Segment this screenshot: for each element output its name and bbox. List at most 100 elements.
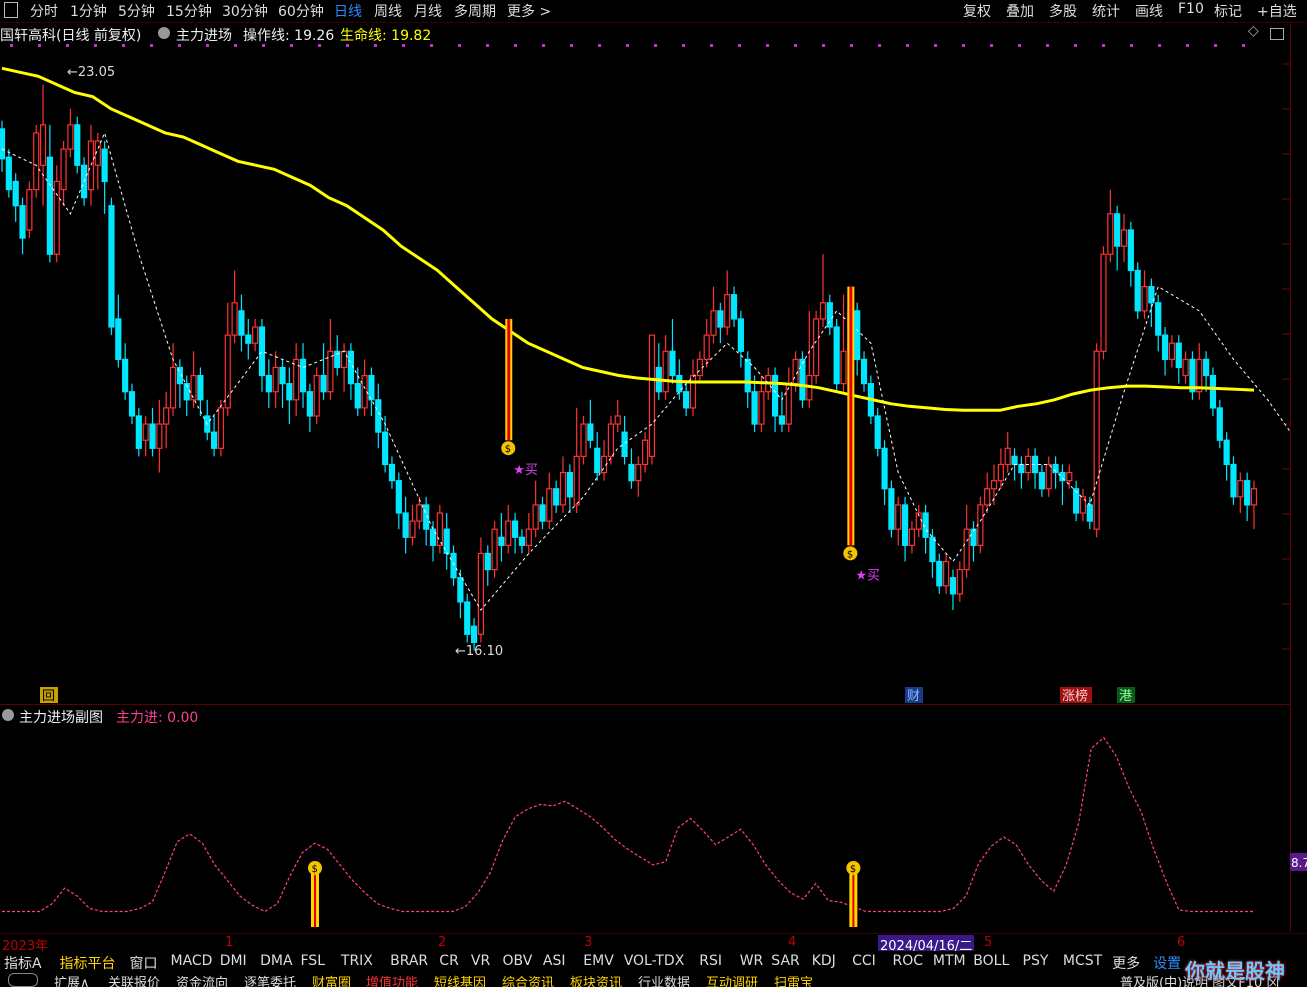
candle-body bbox=[279, 366, 286, 385]
indicator-tab-1[interactable]: 指标平台 bbox=[60, 953, 116, 973]
candlestick-chart[interactable]: $★买$★买←23.05←16.10回财涨榜港 bbox=[0, 44, 1290, 704]
timeline-label-3: 3 bbox=[584, 935, 593, 950]
indicator-tab-12[interactable]: ASI bbox=[543, 953, 566, 969]
toolbar-7[interactable]: +自选 bbox=[1257, 1, 1297, 21]
indicator-tab-21[interactable]: MTM bbox=[933, 953, 966, 969]
indicator-tab-2[interactable]: 窗口 bbox=[130, 953, 158, 973]
info-tab-7[interactable]: 综合资讯 bbox=[502, 972, 554, 987]
signal-dot bbox=[794, 44, 797, 47]
candle-body bbox=[943, 560, 950, 587]
indicator-tab-4[interactable]: DMI bbox=[220, 953, 247, 969]
candle-body bbox=[819, 302, 827, 320]
indicator-tab-11[interactable]: OBV bbox=[503, 953, 533, 969]
period-tab-7[interactable]: 周线 bbox=[374, 1, 402, 21]
period-tab-9[interactable]: 多周期 bbox=[454, 1, 496, 21]
indicator-tab-3[interactable]: MACD bbox=[171, 953, 213, 969]
candle-body bbox=[135, 415, 142, 449]
info-tab-0[interactable]: 扩展∧ bbox=[54, 972, 90, 987]
indicator-tab-14[interactable]: VOL-TDX bbox=[624, 953, 685, 969]
sub-indicator-chart[interactable]: $ $8.7 bbox=[0, 705, 1307, 933]
period-tab-0[interactable]: 分时 bbox=[30, 1, 58, 21]
indicator-tab-10[interactable]: VR bbox=[471, 953, 490, 969]
window-icon[interactable] bbox=[1270, 28, 1284, 40]
toolbar-1[interactable]: 叠加 bbox=[1006, 1, 1034, 21]
indicator-tab-13[interactable]: EMV bbox=[583, 953, 614, 969]
info-tab-6[interactable]: 短线基因 bbox=[434, 972, 486, 987]
toolbar-0[interactable]: 复权 bbox=[963, 1, 991, 21]
event-marker[interactable]: 涨榜 bbox=[1062, 688, 1088, 704]
event-marker[interactable]: 财 bbox=[907, 689, 920, 704]
indicator-tab-18[interactable]: KDJ bbox=[812, 953, 836, 969]
signal-dot bbox=[234, 44, 237, 47]
indicator-tab-20[interactable]: ROC bbox=[893, 953, 924, 969]
candle-body bbox=[929, 536, 936, 563]
signal-dot bbox=[1186, 44, 1189, 47]
candle-body bbox=[306, 391, 313, 417]
indicator-tab-0[interactable]: 指标A bbox=[4, 953, 42, 973]
info-tab-1[interactable]: 关联报价 bbox=[108, 972, 160, 987]
candle-body bbox=[128, 391, 136, 417]
info-tab-10[interactable]: 互动调研 bbox=[706, 972, 758, 987]
menu-icon[interactable] bbox=[4, 2, 18, 18]
indicator-name[interactable]: 主力进场 bbox=[176, 25, 232, 45]
candle-body bbox=[1120, 229, 1128, 247]
indicator-tab-22[interactable]: BOLL bbox=[973, 953, 1009, 969]
indicator-tab-5[interactable]: DMA bbox=[260, 953, 292, 969]
info-tab-3[interactable]: 逐笔委托 bbox=[244, 972, 296, 987]
candle-body bbox=[313, 374, 320, 417]
indicator-tab-7[interactable]: TRIX bbox=[341, 953, 373, 969]
period-tab-10[interactable]: 更多 > bbox=[507, 1, 551, 21]
period-tab-5[interactable]: 60分钟 bbox=[278, 1, 324, 21]
candle-body bbox=[703, 334, 710, 360]
info-tab-11[interactable]: 扫雷宝 bbox=[774, 972, 813, 987]
signal-dot bbox=[1158, 44, 1161, 47]
price-low-label: ←16.10 bbox=[455, 644, 503, 659]
info-bar: 国轩高科(日线 前复权) 主力进场 操作线: 19.26 生命线: 19.82 … bbox=[0, 23, 1307, 45]
candle-body bbox=[833, 326, 840, 385]
indicator-toggle-icon[interactable] bbox=[158, 27, 170, 39]
indicator-tab-15[interactable]: RSI bbox=[699, 953, 722, 969]
indicator-tab-24[interactable]: MCST bbox=[1063, 953, 1102, 969]
candle-body bbox=[744, 358, 751, 393]
toolbar-3[interactable]: 统计 bbox=[1092, 1, 1120, 21]
indicator-tab-26[interactable]: 设置 bbox=[1153, 953, 1181, 973]
candle-body bbox=[614, 415, 621, 425]
candle-body bbox=[785, 383, 792, 425]
candle-body bbox=[484, 552, 491, 571]
toolbar-5[interactable]: F10 bbox=[1178, 1, 1204, 17]
candle-body bbox=[1209, 374, 1217, 409]
info-tab-4[interactable]: 财富圈 bbox=[312, 972, 351, 987]
candle-body bbox=[963, 528, 970, 571]
indicator-tab-16[interactable]: WR bbox=[740, 953, 764, 969]
indicator-tab-25[interactable]: 更多 bbox=[1112, 953, 1140, 973]
period-tab-1[interactable]: 1分钟 bbox=[70, 1, 107, 21]
indicator-tab-23[interactable]: PSY bbox=[1023, 953, 1049, 969]
indicator-tab-6[interactable]: FSL bbox=[301, 953, 326, 969]
indicator-tab-9[interactable]: CR bbox=[439, 953, 459, 969]
indicator-tab-8[interactable]: BRAR bbox=[390, 953, 428, 969]
event-marker[interactable]: 回 bbox=[42, 689, 55, 704]
candle-body bbox=[26, 188, 33, 231]
info-tab-2[interactable]: 资金流向 bbox=[176, 972, 228, 987]
indicator-tab-17[interactable]: SAR bbox=[771, 953, 799, 969]
candle-body bbox=[628, 463, 635, 482]
indicator-tab-19[interactable]: CCI bbox=[852, 953, 876, 969]
info-tab-5[interactable]: 增值功能 bbox=[366, 972, 418, 987]
toolbar-2[interactable]: 多股 bbox=[1049, 1, 1077, 21]
diamond-icon[interactable]: ◇ bbox=[1248, 23, 1259, 39]
period-tab-6[interactable]: 日线 bbox=[334, 1, 362, 21]
info-tab-8[interactable]: 板块资讯 bbox=[570, 972, 622, 987]
candle-body bbox=[217, 407, 225, 449]
info-tab-9[interactable]: 行业数据 bbox=[638, 972, 690, 987]
toolbar-4[interactable]: 画线 bbox=[1135, 1, 1163, 21]
toggle-icon[interactable] bbox=[8, 973, 38, 987]
toolbar-6[interactable]: 标记 bbox=[1214, 1, 1242, 21]
period-tab-3[interactable]: 15分钟 bbox=[166, 1, 212, 21]
candle-body bbox=[696, 358, 703, 377]
period-tab-8[interactable]: 月线 bbox=[414, 1, 442, 21]
candle-body bbox=[1250, 488, 1258, 506]
candle-body bbox=[46, 156, 53, 255]
event-marker[interactable]: 港 bbox=[1119, 689, 1132, 704]
period-tab-2[interactable]: 5分钟 bbox=[118, 1, 155, 21]
period-tab-4[interactable]: 30分钟 bbox=[222, 1, 268, 21]
